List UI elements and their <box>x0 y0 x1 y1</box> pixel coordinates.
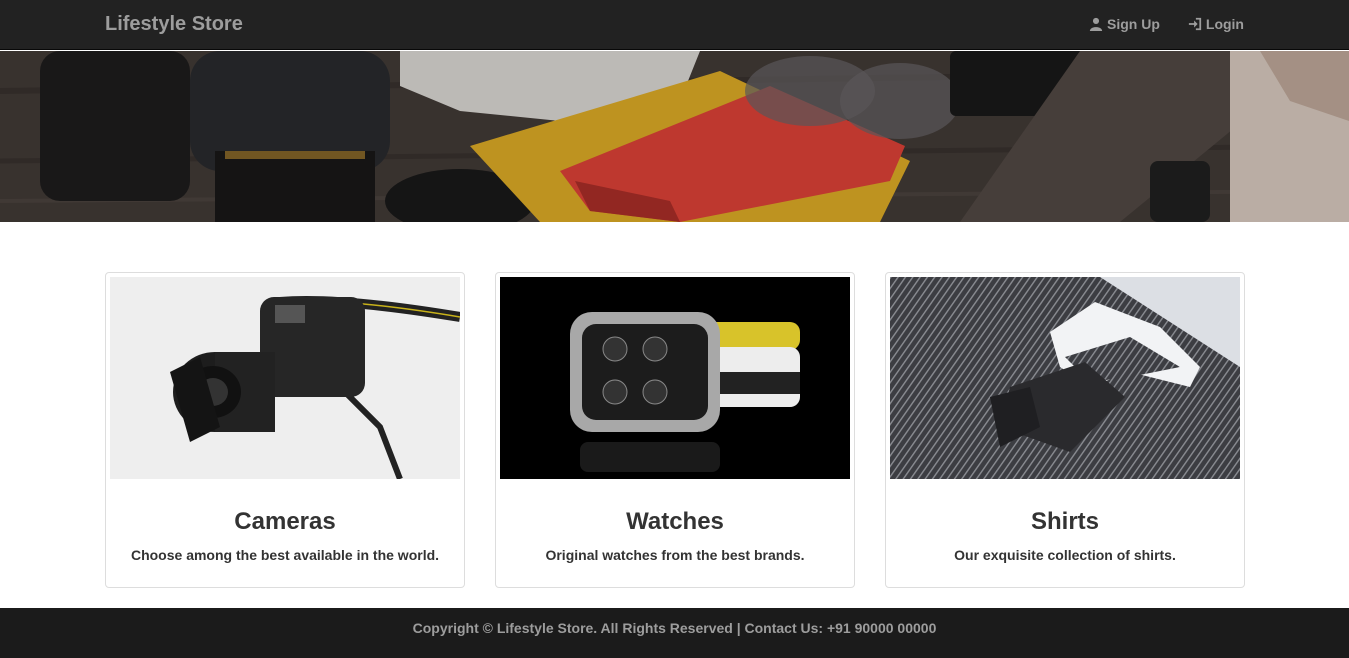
footer: Copyright © Lifestyle Store. All Rights … <box>0 608 1349 658</box>
product-description: Our exquisite collection of shirts. <box>954 547 1176 563</box>
navbar: Lifestyle Store Sign Up Login <box>0 0 1349 50</box>
product-description: Original watches from the best brands. <box>545 547 805 563</box>
user-icon <box>1089 17 1103 31</box>
watch-image[interactable] <box>500 277 850 479</box>
hero-banner <box>0 51 1349 222</box>
login-link[interactable]: Login <box>1188 16 1244 32</box>
product-title: Shirts <box>1030 508 1099 535</box>
log-in-icon <box>1188 17 1202 31</box>
shirt-image[interactable] <box>890 277 1240 479</box>
product-card-watches[interactable]: Watches Original watches from the best b… <box>495 272 855 588</box>
sign-up-link[interactable]: Sign Up <box>1089 16 1160 32</box>
brand-link[interactable]: Lifestyle Store <box>105 13 243 36</box>
product-description: Choose among the best available in the w… <box>130 547 440 563</box>
product-title: Watches <box>626 508 724 535</box>
product-title: Cameras <box>234 508 336 535</box>
camera-image[interactable] <box>110 277 460 479</box>
product-card-shirts[interactable]: Shirts Our exquisite collection of shirt… <box>885 272 1245 588</box>
nav-right: Sign Up Login <box>1089 16 1244 32</box>
footer-text: Copyright © Lifestyle Store. All Rights … <box>412 620 937 636</box>
login-label: Login <box>1205 16 1244 32</box>
banner-image <box>0 51 1349 222</box>
sign-up-label: Sign Up <box>1107 16 1160 32</box>
product-card-cameras[interactable]: Cameras Choose among the best available … <box>105 272 465 588</box>
